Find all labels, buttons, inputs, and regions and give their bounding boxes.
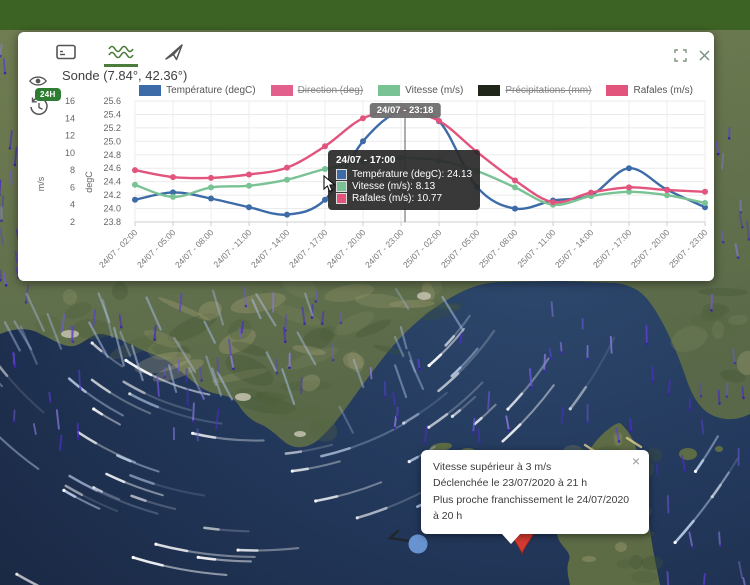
data-point	[208, 196, 214, 202]
data-point	[702, 189, 708, 195]
tooltip-title: 24/07 - 17:00	[336, 155, 472, 166]
popup-line-triggered: Déclenchée le 23/07/2020 à 21 h	[433, 475, 637, 491]
data-point	[436, 118, 442, 124]
svg-text:23.8: 23.8	[103, 217, 121, 227]
app-header-bar	[0, 0, 750, 30]
data-point	[246, 183, 252, 189]
data-point	[170, 174, 176, 180]
svg-text:24.2: 24.2	[103, 190, 121, 200]
data-point	[170, 194, 176, 200]
svg-text:24/07 - 20:00: 24/07 - 20:00	[325, 227, 368, 270]
svg-text:degC: degC	[84, 171, 94, 193]
svg-text:24/07 - 08:00: 24/07 - 08:00	[173, 227, 216, 270]
data-point	[246, 204, 252, 210]
popup-tail	[501, 533, 521, 544]
svg-text:25/07 - 11:00: 25/07 - 11:00	[515, 227, 557, 269]
data-point	[132, 182, 138, 188]
svg-text:8: 8	[70, 165, 75, 175]
data-point	[322, 143, 328, 149]
svg-text:24.6: 24.6	[103, 163, 121, 173]
tooltip-value: Vitesse (m/s): 8.13	[352, 181, 435, 192]
data-point	[550, 199, 556, 205]
svg-text:25.4: 25.4	[103, 109, 121, 119]
svg-text:24.8: 24.8	[103, 150, 121, 160]
svg-text:25.2: 25.2	[103, 123, 121, 133]
small-island	[715, 446, 723, 452]
range-badge-24h: 24H	[35, 88, 61, 101]
data-point	[132, 197, 138, 203]
svg-text:25.6: 25.6	[103, 96, 121, 106]
data-point	[626, 184, 632, 190]
tooltip-row: Rafales (m/s): 10.77	[336, 193, 472, 204]
svg-text:24/07 - 23:00: 24/07 - 23:00	[363, 227, 406, 270]
data-point	[284, 165, 290, 171]
data-point	[208, 175, 214, 181]
popup-line-condition: Vitesse supérieur à 3 m/s	[433, 459, 637, 475]
data-point	[360, 138, 366, 144]
svg-text:25/07 - 17:00: 25/07 - 17:00	[591, 227, 634, 270]
tooltip-value: Rafales (m/s): 10.77	[352, 193, 442, 204]
data-point	[284, 177, 290, 183]
svg-text:25/07 - 05:00: 25/07 - 05:00	[439, 227, 482, 270]
data-point	[132, 167, 138, 173]
data-point	[664, 187, 670, 193]
svg-text:24/07 - 02:00: 24/07 - 02:00	[97, 227, 140, 270]
data-point	[702, 200, 708, 206]
svg-text:10: 10	[65, 148, 75, 158]
svg-text:2: 2	[70, 217, 75, 227]
svg-text:4: 4	[70, 200, 75, 210]
svg-text:25/07 - 14:00: 25/07 - 14:00	[553, 227, 596, 270]
svg-text:25/07 - 02:00: 25/07 - 02:00	[401, 227, 444, 270]
buoy-dot	[409, 535, 428, 554]
data-point	[588, 190, 594, 196]
popup-close-button[interactable]: ×	[630, 452, 642, 470]
svg-text:24/07 - 14:00: 24/07 - 14:00	[249, 227, 292, 270]
svg-text:25.0: 25.0	[103, 136, 121, 146]
sonde-panel: Sonde (7.84°, 42.36°) 24H Température (d…	[18, 32, 714, 281]
svg-text:24.0: 24.0	[103, 204, 121, 214]
svg-text:14: 14	[65, 113, 75, 123]
data-point	[664, 192, 670, 198]
tooltip-row: Température (degC): 24.13	[336, 169, 472, 180]
wind-needle	[390, 531, 409, 541]
tooltip-swatch	[336, 193, 347, 204]
alert-popup: × Vitesse supérieur à 3 m/s Déclenchée l…	[421, 450, 649, 534]
svg-text:24/07 - 11:00: 24/07 - 11:00	[211, 227, 253, 269]
data-point	[284, 212, 290, 218]
data-point	[512, 178, 518, 184]
chart-tooltip: 24/07 - 17:00 Température (degC): 24.13 …	[328, 150, 480, 210]
data-point	[512, 206, 518, 212]
svg-text:24.4: 24.4	[103, 177, 121, 187]
svg-text:25/07 - 20:00: 25/07 - 20:00	[629, 227, 672, 270]
crosshair-time-badge: 24/07 - 23:18	[370, 103, 441, 118]
svg-text:12: 12	[65, 131, 75, 141]
popup-line-crossing: Plus proche franchissement le 24/07/2020…	[433, 492, 637, 525]
svg-text:6: 6	[70, 182, 75, 192]
svg-text:25/07 - 23:00: 25/07 - 23:00	[667, 227, 710, 270]
data-point	[208, 184, 214, 190]
svg-text:24/07 - 17:00: 24/07 - 17:00	[287, 227, 330, 270]
svg-text:25/07 - 08:00: 25/07 - 08:00	[477, 227, 520, 270]
tooltip-value: Température (degC): 24.13	[352, 169, 472, 180]
app-window: Sonde (7.84°, 42.36°) 24H Température (d…	[0, 0, 750, 585]
data-point	[626, 165, 632, 171]
tooltip-row: Vitesse (m/s): 8.13	[336, 181, 472, 192]
data-point	[246, 172, 252, 178]
svg-text:m/s: m/s	[36, 176, 46, 191]
svg-text:24/07 - 05:00: 24/07 - 05:00	[135, 227, 178, 270]
mouse-cursor	[322, 175, 338, 193]
data-point	[360, 115, 366, 121]
data-point	[512, 184, 518, 190]
svg-text:16: 16	[65, 96, 75, 106]
